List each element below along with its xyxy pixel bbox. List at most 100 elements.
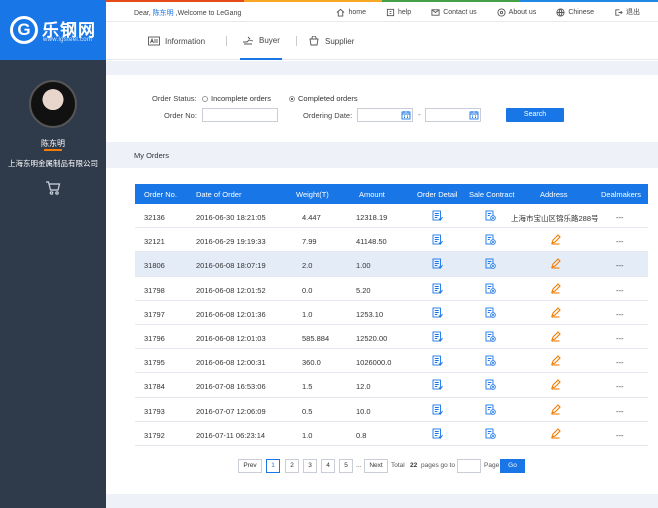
- cell-date: 2016-06-08 12:01:36: [196, 309, 266, 319]
- about-link-label: About us: [508, 8, 537, 16]
- greeting-user-link[interactable]: 陈东明: [153, 10, 174, 17]
- edit-address-icon[interactable]: [550, 282, 561, 294]
- order-detail-icon[interactable]: [432, 234, 443, 245]
- cell-amount: 12520.00: [356, 333, 388, 343]
- radio-completed-orders[interactable]: Completed orders: [289, 94, 358, 103]
- cell-dealmakers: ---: [616, 406, 624, 416]
- site-logo[interactable]: G 乐钢网 www.lgsteel.com: [0, 0, 106, 60]
- page-button-4[interactable]: 4: [321, 459, 335, 473]
- order-detail-icon[interactable]: [432, 331, 443, 342]
- table-row[interactable]: 31792 2016-07-11 06:23:14 1.0 0.8 ---: [135, 422, 648, 446]
- radio-completed-dot[interactable]: [289, 95, 295, 102]
- page-button-5[interactable]: 5: [339, 459, 353, 473]
- order-detail-icon[interactable]: [432, 210, 443, 221]
- go-button[interactable]: Go: [500, 459, 525, 473]
- order-detail-icon[interactable]: [432, 379, 443, 391]
- edit-address-icon[interactable]: [550, 427, 561, 439]
- cart-icon[interactable]: [45, 180, 61, 196]
- cell-dealmakers: ---: [616, 333, 624, 343]
- order-detail-icon[interactable]: [432, 428, 443, 439]
- order-no-input[interactable]: [202, 108, 278, 122]
- cell-date: 2016-07-08 16:53:06: [196, 382, 266, 392]
- cell-date: 2016-06-08 18:07:19: [196, 261, 266, 271]
- calendar-icon[interactable]: [401, 110, 411, 120]
- contact-link[interactable]: Contact us: [421, 7, 486, 17]
- calendar-icon[interactable]: [469, 110, 479, 120]
- edit-address-icon[interactable]: [550, 379, 561, 390]
- radio-incomplete-dot[interactable]: [202, 95, 208, 102]
- table-row[interactable]: 31798 2016-06-08 12:01:52 0.0 5.20 ---: [135, 277, 648, 301]
- sale-contract-icon[interactable]: [485, 210, 496, 221]
- order-detail-icon[interactable]: [432, 355, 443, 366]
- page-button-1[interactable]: 1: [266, 459, 280, 473]
- radio-incomplete-orders[interactable]: Incomplete orders: [202, 94, 271, 103]
- edit-address-icon[interactable]: [550, 306, 561, 318]
- prev-page-button[interactable]: Prev: [238, 459, 262, 473]
- table-row[interactable]: 31806 2016-06-08 18:07:19 2.0 1.00 ---: [135, 252, 648, 277]
- about-icon: [497, 7, 506, 17]
- table-row[interactable]: 31793 2016-07-07 12:06:09 0.5 10.0 ---: [135, 398, 648, 422]
- logout-link[interactable]: 退出: [604, 7, 650, 17]
- tab-information[interactable]: Information: [148, 22, 205, 60]
- cell-order-no: 31797: [144, 309, 165, 319]
- cell-order-no: 31798: [144, 285, 165, 295]
- cell-weight: 585.884: [302, 333, 330, 343]
- sale-contract-icon[interactable]: [485, 404, 496, 415]
- sidebar-user-name: 陈东明: [41, 139, 65, 148]
- order-detail-icon[interactable]: [432, 404, 443, 415]
- cell-dealmakers: ---: [616, 285, 624, 295]
- column-header-sale-contract: Sale Contract: [469, 190, 515, 199]
- home-link[interactable]: home: [326, 7, 376, 17]
- sale-contract-icon[interactable]: [485, 234, 496, 245]
- language-link[interactable]: Chinese: [546, 7, 604, 17]
- search-button[interactable]: Search: [506, 108, 564, 122]
- greeting-suffix: ,Welcome to LeGang: [175, 10, 242, 17]
- help-link[interactable]: help: [376, 7, 421, 17]
- order-detail-icon[interactable]: [432, 258, 443, 270]
- sale-contract-icon[interactable]: [485, 331, 496, 342]
- about-link[interactable]: About us: [487, 7, 547, 17]
- sale-contract-icon[interactable]: [485, 355, 496, 366]
- cell-order-no: 31793: [144, 406, 165, 416]
- cell-amount: 1253.10: [356, 309, 384, 319]
- sale-contract-icon[interactable]: [485, 428, 496, 439]
- date-from-input[interactable]: [357, 108, 413, 122]
- order-detail-icon[interactable]: [432, 283, 443, 294]
- edit-address-icon[interactable]: [550, 355, 561, 366]
- cell-amount: 0.8: [356, 430, 367, 440]
- sale-contract-icon[interactable]: [485, 283, 496, 294]
- date-to-input[interactable]: [425, 108, 481, 122]
- table-row[interactable]: 31795 2016-06-08 12:00:31 360.0 1026000.0 --…: [135, 349, 648, 374]
- table-row[interactable]: 31797 2016-06-08 12:01:36 1.0 1253.10 ---: [135, 301, 648, 325]
- column-header-date[interactable]: Date of Order: [196, 190, 241, 199]
- column-header-order-no[interactable]: Order No.: [144, 190, 177, 199]
- sale-contract-icon[interactable]: [485, 258, 496, 270]
- column-header-amount[interactable]: Amount: [359, 190, 385, 199]
- column-header-weight[interactable]: Weight(T): [296, 190, 329, 199]
- page-button-3[interactable]: 3: [303, 459, 317, 473]
- ordering-date-label: Ordering Date:: [303, 111, 353, 120]
- page-button-2[interactable]: 2: [285, 459, 299, 473]
- tab-buyer[interactable]: Buyer: [240, 22, 282, 60]
- edit-address-icon[interactable]: [550, 403, 561, 415]
- cell-date: 2016-07-11 06:23:14: [196, 430, 266, 440]
- greeting: Dear, 陈东明 ,Welcome to LeGang: [134, 8, 241, 18]
- edit-address-icon[interactable]: [550, 234, 561, 245]
- tab-supplier[interactable]: Supplier: [308, 22, 354, 60]
- order-detail-icon[interactable]: [432, 307, 443, 318]
- order-no-label: Order No:: [164, 111, 197, 120]
- table-row[interactable]: 32136 2016-06-30 18:21:05 4.447 12318.19 上海市…: [135, 204, 648, 229]
- sale-contract-icon[interactable]: [485, 379, 496, 391]
- sale-contract-icon[interactable]: [485, 307, 496, 318]
- table-row[interactable]: 31796 2016-06-08 12:01:03 585.884 12520.00 -…: [135, 325, 648, 350]
- table-row[interactable]: 31784 2016-07-08 16:53:06 1.5 12.0 ---: [135, 373, 648, 398]
- edit-address-icon[interactable]: [550, 331, 561, 342]
- cell-dealmakers: ---: [616, 309, 624, 319]
- cell-amount: 41148.50: [356, 237, 387, 247]
- table-row[interactable]: 32121 2016-06-29 19:19:33 7.99 41148.50 ---: [135, 228, 648, 253]
- goto-page-input[interactable]: [457, 459, 481, 473]
- logo-mark: G: [10, 16, 38, 44]
- edit-address-icon[interactable]: [550, 258, 561, 269]
- next-page-button[interactable]: Next: [364, 459, 388, 473]
- avatar[interactable]: [29, 80, 77, 128]
